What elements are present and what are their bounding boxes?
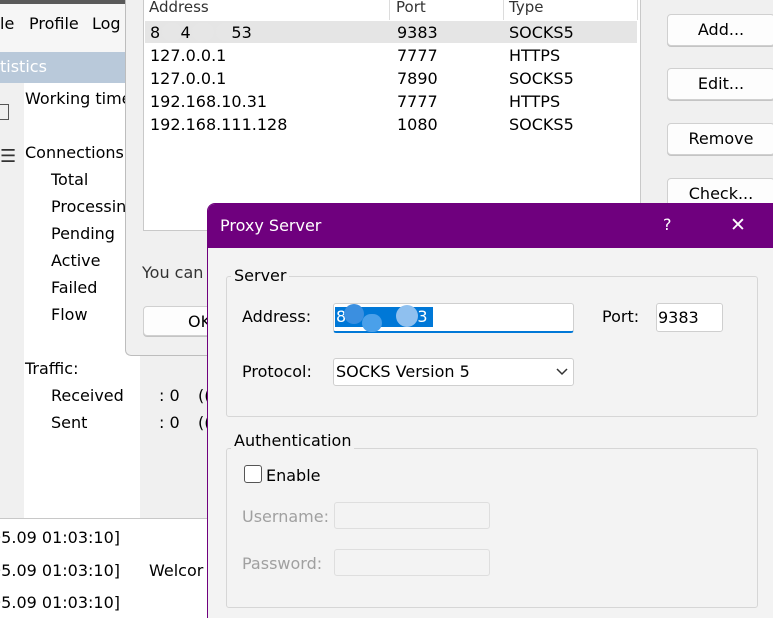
- list-icon: ☰: [0, 146, 17, 167]
- log-time: 05.09 01:03:10]: [0, 528, 120, 547]
- server-group: [226, 276, 758, 417]
- menu-bar: le Profile Log: [0, 0, 140, 52]
- proxy-server-dialog: Proxy Server ? ✕ Server Address: 8 53 Po…: [207, 203, 773, 618]
- help-icon[interactable]: ?: [663, 215, 672, 234]
- working-time-label: Working time: [25, 89, 132, 108]
- cell-address: 8 4 53: [150, 23, 252, 42]
- username-field[interactable]: [334, 502, 490, 529]
- enable-checkbox[interactable]: [244, 465, 262, 483]
- traffic-received-value: : 0: [159, 386, 180, 405]
- cell-address: 127.0.0.1: [150, 46, 227, 65]
- protocol-label: Protocol:: [242, 362, 312, 381]
- traffic-label: Traffic:: [25, 359, 79, 378]
- column-type[interactable]: Type: [509, 0, 543, 16]
- add-button[interactable]: Add...: [667, 14, 773, 46]
- port-value: 9383: [658, 308, 699, 327]
- cell-port: 9383: [397, 23, 438, 42]
- stat-flow: Flow: [51, 305, 88, 324]
- cell-address: 127.0.0.1: [150, 69, 227, 88]
- settings-hint: You can c: [142, 263, 218, 282]
- cell-port: 7777: [397, 92, 438, 111]
- protocol-value: SOCKS Version 5: [336, 362, 470, 381]
- menu-profile[interactable]: Profile: [29, 14, 79, 33]
- dialog-title: Proxy Server: [220, 216, 322, 235]
- chevron-down-icon: [556, 368, 568, 376]
- port-field[interactable]: 9383: [656, 303, 723, 332]
- protocol-select[interactable]: SOCKS Version 5: [333, 358, 574, 386]
- proxy-list[interactable]: Address Port Type 8 4 53 9383 SOCKS5 127…: [143, 0, 641, 231]
- column-address[interactable]: Address: [149, 0, 209, 16]
- username-label: Username:: [242, 507, 329, 526]
- statistics-title: tistics: [0, 57, 47, 76]
- cell-address: 192.168.10.31: [150, 92, 268, 111]
- server-group-title: Server: [231, 266, 290, 285]
- column-divider: [389, 0, 390, 20]
- remove-button[interactable]: Remove: [667, 123, 773, 155]
- column-port[interactable]: Port: [396, 0, 426, 16]
- port-label: Port:: [602, 307, 640, 326]
- cell-port: 7777: [397, 46, 438, 65]
- cell-type: SOCKS5: [509, 115, 574, 134]
- cell-port: 7890: [397, 69, 438, 88]
- log-time: 05.09 01:03:10]: [0, 561, 120, 580]
- redaction-blur: [362, 314, 382, 332]
- traffic-sent-value: : 0: [159, 413, 180, 432]
- log-time: 05.09 01:03:10]: [0, 593, 120, 612]
- cell-address: 192.168.111.128: [150, 115, 288, 134]
- redaction-blur: [396, 305, 418, 327]
- close-icon[interactable]: ✕: [730, 214, 746, 236]
- menu-file[interactable]: le: [0, 14, 14, 33]
- traffic-sent-label: Sent: [51, 413, 88, 432]
- authentication-group-title: Authentication: [231, 431, 355, 450]
- cell-type: SOCKS5: [509, 69, 574, 88]
- stat-pending: Pending: [51, 224, 115, 243]
- clock-icon: [0, 104, 9, 120]
- connections-label: Connections:: [25, 143, 130, 162]
- dialog-title-bar[interactable]: Proxy Server ? ✕: [208, 204, 773, 248]
- cell-type: HTTPS: [509, 46, 561, 65]
- stat-processing: Processing: [51, 197, 137, 216]
- log-message: Welcor: [149, 561, 204, 580]
- address-field[interactable]: 8 53: [333, 303, 574, 333]
- password-field[interactable]: [334, 549, 490, 576]
- column-divider: [503, 0, 504, 20]
- edit-button[interactable]: Edit...: [667, 68, 773, 100]
- password-label: Password:: [242, 554, 323, 573]
- traffic-received-label: Received: [51, 386, 124, 405]
- menu-log[interactable]: Log: [92, 14, 121, 33]
- redaction-blur: [344, 304, 364, 324]
- statistics-header: tistics: [0, 52, 140, 83]
- stat-failed: Failed: [51, 278, 98, 297]
- cell-type: SOCKS5: [509, 23, 574, 42]
- stat-active: Active: [51, 251, 101, 270]
- cell-type: HTTPS: [509, 92, 561, 111]
- column-divider: [637, 0, 638, 20]
- address-label: Address:: [242, 307, 312, 326]
- cell-port: 1080: [397, 115, 438, 134]
- stat-total: Total: [51, 170, 89, 189]
- enable-label[interactable]: Enable: [266, 466, 321, 485]
